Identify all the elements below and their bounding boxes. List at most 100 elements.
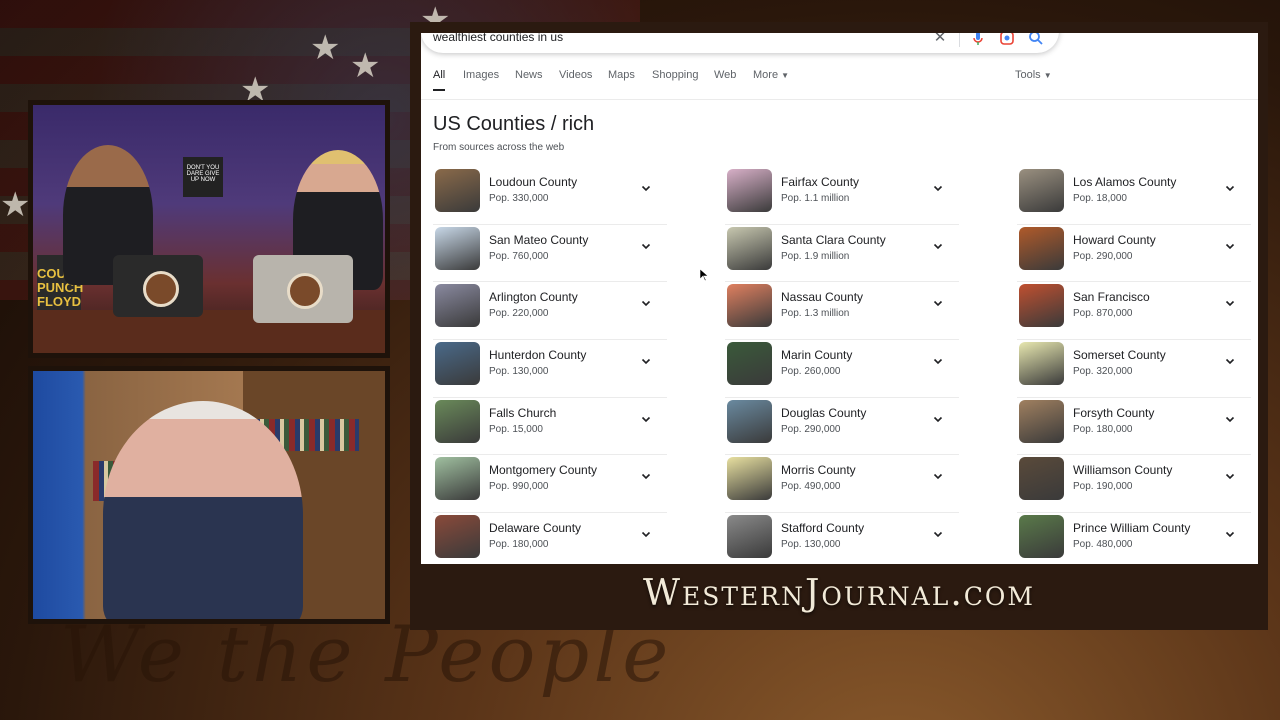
- chevron-down-icon[interactable]: [639, 181, 653, 195]
- chevron-down-icon[interactable]: [1223, 469, 1237, 483]
- county-name: Morris County: [781, 463, 856, 478]
- clear-icon[interactable]: ✕: [931, 33, 949, 47]
- result-item[interactable]: San Mateo County Pop. 760,000: [433, 225, 667, 283]
- county-thumbnail: [1019, 169, 1064, 212]
- chevron-down-icon[interactable]: [639, 412, 653, 426]
- tab-all[interactable]: All: [433, 69, 445, 81]
- chevron-down-icon[interactable]: [639, 469, 653, 483]
- chevron-down-icon[interactable]: [1223, 239, 1237, 253]
- county-population: Pop. 15,000: [489, 423, 543, 435]
- video-feed-guest: [28, 366, 390, 624]
- county-name: Forsyth County: [1073, 405, 1155, 420]
- result-item[interactable]: Forsyth County Pop. 180,000: [1017, 398, 1251, 456]
- result-item[interactable]: Arlington County Pop. 220,000: [433, 282, 667, 341]
- search-tabs: All Images News Videos Maps Shopping Web…: [421, 69, 1258, 100]
- results-column-2: Fairfax County Pop. 1.1 million Santa Clar…: [725, 167, 959, 564]
- county-thumbnail: [435, 342, 480, 386]
- result-item[interactable]: Prince William County Pop. 480,000: [1017, 513, 1251, 564]
- result-item[interactable]: Falls Church Pop. 15,000: [433, 398, 667, 456]
- result-item[interactable]: Marin County Pop. 260,000: [725, 340, 959, 398]
- tab-images[interactable]: Images: [463, 69, 499, 81]
- divider: [959, 33, 960, 47]
- chevron-down-icon[interactable]: [1223, 296, 1237, 310]
- chevron-down-icon[interactable]: [931, 239, 945, 253]
- result-item[interactable]: Howard County Pop. 290,000: [1017, 225, 1251, 283]
- tab-web[interactable]: Web: [714, 69, 736, 81]
- western-journal-logo: WesternJournal.com: [642, 573, 1036, 614]
- chevron-down-icon[interactable]: [1223, 527, 1237, 541]
- county-thumbnail: [435, 399, 480, 443]
- county-thumbnail: [1019, 457, 1064, 501]
- chevron-down-icon[interactable]: [931, 354, 945, 368]
- result-item[interactable]: Santa Clara County Pop. 1.9 million: [725, 225, 959, 283]
- result-item[interactable]: Stafford County Pop. 130,000: [725, 513, 959, 564]
- chevron-down-icon[interactable]: [931, 469, 945, 483]
- county-population: Pop. 190,000: [1073, 481, 1133, 493]
- tab-shopping[interactable]: Shopping: [652, 69, 699, 81]
- county-name: Prince William County: [1073, 521, 1191, 536]
- result-item[interactable]: Los Alamos County Pop. 18,000: [1017, 167, 1251, 225]
- tab-videos[interactable]: Videos: [559, 69, 592, 81]
- result-item[interactable]: Montgomery County Pop. 990,000: [433, 455, 667, 514]
- result-title: US Counties / rich: [433, 113, 595, 135]
- caret-down-icon: ▼: [1043, 71, 1052, 80]
- chevron-down-icon[interactable]: [931, 527, 945, 541]
- county-population: Pop. 1.1 million: [781, 193, 850, 204]
- chevron-down-icon[interactable]: [639, 239, 653, 253]
- county-name: Somerset County: [1073, 348, 1166, 363]
- result-item[interactable]: Fairfax County Pop. 1.1 million: [725, 167, 959, 225]
- microphone-icon[interactable]: [969, 33, 987, 47]
- tab-maps[interactable]: Maps: [608, 69, 635, 81]
- county-name: Arlington County: [489, 290, 578, 305]
- flyover-logo: [143, 271, 179, 307]
- chevron-down-icon[interactable]: [639, 354, 653, 368]
- tools-button[interactable]: Tools ▼: [1015, 69, 1052, 81]
- search-icon[interactable]: [1027, 33, 1045, 47]
- tab-news[interactable]: News: [515, 69, 543, 81]
- chevron-down-icon[interactable]: [1223, 412, 1237, 426]
- result-item[interactable]: Williamson County Pop. 190,000: [1017, 455, 1251, 514]
- result-item[interactable]: Nassau County Pop. 1.3 million: [725, 282, 959, 341]
- county-population: Pop. 480,000: [1073, 539, 1133, 551]
- county-population: Pop. 290,000: [781, 423, 841, 435]
- county-name: Stafford County: [781, 521, 865, 536]
- county-name: Delaware County: [489, 521, 582, 536]
- results-column-3: Los Alamos County Pop. 18,000 Howard Count…: [1017, 167, 1251, 564]
- county-population: Pop. 330,000: [489, 193, 549, 204]
- county-thumbnail: [727, 169, 772, 212]
- result-item[interactable]: San Francisco Pop. 870,000: [1017, 282, 1251, 341]
- active-tab-indicator: [433, 89, 445, 91]
- search-box[interactable]: wealthiest counties in us ✕: [421, 33, 1059, 53]
- county-name: Loudoun County: [489, 175, 578, 189]
- result-item[interactable]: Hunterdon County Pop. 130,000: [433, 340, 667, 398]
- chevron-down-icon[interactable]: [639, 527, 653, 541]
- county-population: Pop. 130,000: [489, 366, 549, 378]
- chevron-down-icon[interactable]: [1223, 354, 1237, 368]
- result-item[interactable]: Douglas County Pop. 290,000: [725, 398, 959, 456]
- search-input[interactable]: wealthiest counties in us: [433, 33, 563, 44]
- county-thumbnail: [727, 457, 772, 501]
- result-item[interactable]: Somerset County Pop. 320,000: [1017, 340, 1251, 398]
- chevron-down-icon[interactable]: [931, 181, 945, 195]
- lens-icon[interactable]: [998, 33, 1016, 47]
- tab-more[interactable]: More ▼: [753, 69, 789, 81]
- result-item[interactable]: Loudoun County Pop. 330,000: [433, 167, 667, 225]
- county-population: Pop. 260,000: [781, 366, 841, 378]
- county-thumbnail: [435, 284, 480, 328]
- county-thumbnail: [435, 169, 480, 212]
- chevron-down-icon[interactable]: [931, 296, 945, 310]
- county-name: Howard County: [1073, 232, 1156, 247]
- county-thumbnail: [727, 226, 772, 270]
- county-name: Montgomery County: [489, 463, 598, 478]
- county-name: Falls Church: [489, 405, 557, 420]
- chevron-down-icon[interactable]: [1223, 181, 1237, 195]
- county-thumbnail: [1019, 226, 1064, 270]
- result-item[interactable]: Delaware County Pop. 180,000: [433, 513, 667, 564]
- county-population: Pop. 130,000: [781, 539, 841, 551]
- chevron-down-icon[interactable]: [639, 296, 653, 310]
- chevron-down-icon[interactable]: [931, 412, 945, 426]
- county-population: Pop. 290,000: [1073, 250, 1133, 262]
- county-name: Hunterdon County: [489, 348, 587, 363]
- sign: DON'T YOU DARE GIVE UP NOW: [183, 157, 223, 197]
- result-item[interactable]: Morris County Pop. 490,000: [725, 455, 959, 514]
